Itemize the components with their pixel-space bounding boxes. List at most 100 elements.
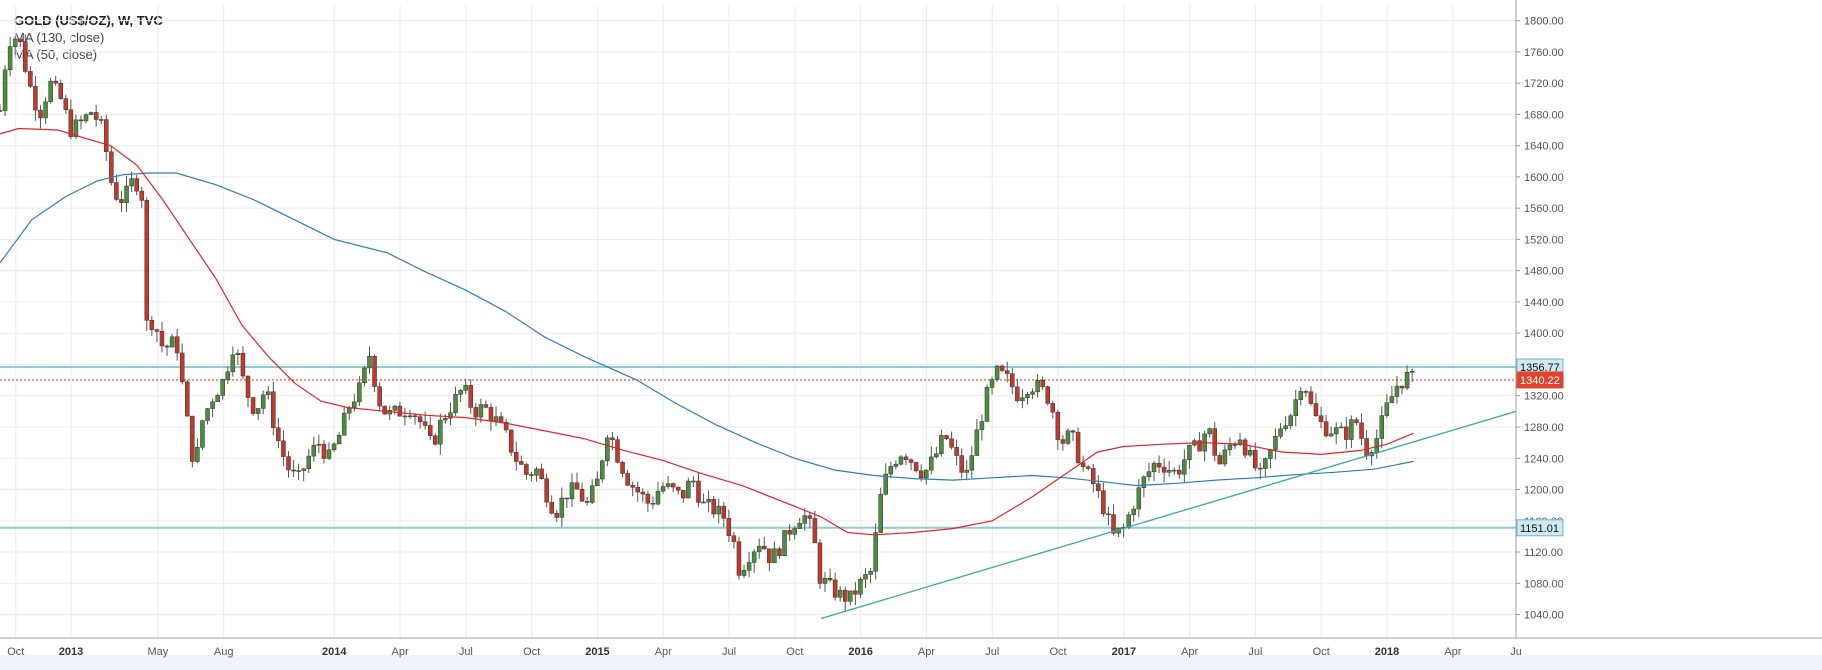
candle-body — [544, 478, 549, 503]
candle-body — [767, 548, 772, 564]
candle-body — [878, 493, 883, 533]
candle-body — [473, 407, 479, 418]
candle-body — [235, 352, 241, 355]
candle-body — [949, 438, 954, 448]
candle-body — [448, 412, 453, 419]
candle-body — [777, 548, 782, 557]
candle-body — [352, 401, 357, 409]
candle-body — [1409, 370, 1415, 373]
candle-body — [1323, 421, 1329, 437]
candle-body — [174, 336, 180, 354]
candle-body — [645, 493, 651, 504]
candle-body — [534, 468, 539, 476]
candle-body — [1212, 428, 1217, 456]
candle-body — [73, 119, 79, 137]
candle-body — [1303, 391, 1309, 393]
x-tick-label: 2013 — [59, 646, 83, 658]
candle-body — [832, 579, 838, 598]
candle-body — [670, 483, 676, 488]
candle-body — [1354, 419, 1359, 424]
candle-body — [893, 463, 899, 467]
candle-body — [807, 515, 813, 519]
x-tick-label: 2015 — [585, 646, 609, 658]
y-tick-label: 1560.00 — [1524, 203, 1564, 215]
x-tick-label: Oct — [1313, 646, 1330, 658]
candle-body — [837, 589, 843, 598]
y-tick-label: 1600.00 — [1524, 172, 1564, 184]
candle-body — [756, 546, 762, 553]
candle-body — [1278, 428, 1283, 437]
candle-body — [640, 491, 646, 495]
candle-body — [286, 456, 291, 471]
candle-body — [311, 444, 317, 457]
candle-body — [1025, 394, 1030, 399]
candle-body — [7, 46, 13, 71]
ma50-line — [0, 127, 1414, 536]
candle-body — [974, 429, 980, 456]
x-tick-label: Oct — [523, 646, 540, 658]
candle-body — [1045, 386, 1050, 404]
candle-body — [164, 345, 170, 348]
candle-body — [514, 452, 519, 462]
candle-body — [721, 505, 727, 519]
x-tick-label: Oct — [7, 646, 24, 658]
candle-body — [1242, 439, 1248, 456]
candle-body — [1004, 370, 1010, 374]
candle-body — [1268, 449, 1273, 459]
x-tick-label: Apr — [1181, 646, 1198, 658]
candle-body — [888, 466, 894, 475]
candle-body — [1050, 403, 1056, 413]
candle-body — [321, 443, 327, 459]
candle-body — [797, 523, 802, 529]
candle-body — [362, 367, 367, 383]
candle-body — [271, 391, 276, 429]
y-tick-label: 1480.00 — [1524, 266, 1564, 278]
ma130-line — [0, 172, 1414, 487]
candle-body — [660, 486, 666, 492]
price-chart[interactable]: 1040.001080.001120.001160.001200.001240.… — [0, 0, 1822, 670]
candle-body — [185, 381, 190, 417]
candle-body — [1349, 419, 1354, 440]
candle-body — [524, 464, 529, 475]
candle-body — [190, 415, 195, 462]
candle-body — [367, 356, 372, 369]
candle-body — [119, 199, 124, 203]
candle-body — [746, 562, 752, 571]
y-tick-label: 1080.00 — [1524, 578, 1564, 590]
candle-body — [574, 482, 580, 490]
candle-body — [959, 455, 964, 473]
candle-body — [179, 352, 185, 383]
candle-body — [625, 473, 630, 486]
candle-body — [276, 427, 281, 442]
candle-body — [1339, 426, 1344, 429]
candle-body — [751, 551, 757, 563]
candle-body — [341, 412, 347, 436]
candle-body — [1258, 467, 1263, 470]
candle-body — [2, 69, 8, 111]
candle-body — [250, 397, 256, 414]
candle-body — [701, 501, 706, 504]
candle-body — [124, 185, 129, 203]
candle-body — [240, 352, 246, 377]
candle-body — [1030, 391, 1035, 395]
candle-body — [397, 405, 403, 417]
candle-body — [220, 379, 225, 396]
y-tick-label: 1320.00 — [1524, 391, 1564, 403]
candle-body — [1075, 431, 1081, 463]
candle-body — [812, 518, 818, 544]
candle-body — [782, 530, 787, 557]
candle-body — [433, 435, 438, 445]
candle-body — [934, 453, 939, 458]
candle-body — [939, 435, 944, 454]
y-tick-label: 1280.00 — [1524, 422, 1564, 434]
candle-body — [908, 459, 914, 463]
candle-body — [33, 86, 38, 111]
candle-body — [28, 71, 33, 87]
candle-body — [999, 365, 1005, 371]
candle-body — [1161, 466, 1167, 473]
x-tick-label: Apr — [391, 646, 408, 658]
candle-body — [78, 119, 84, 122]
candle-body — [463, 385, 468, 391]
candle-body — [1359, 422, 1364, 439]
candle-body — [716, 505, 721, 515]
